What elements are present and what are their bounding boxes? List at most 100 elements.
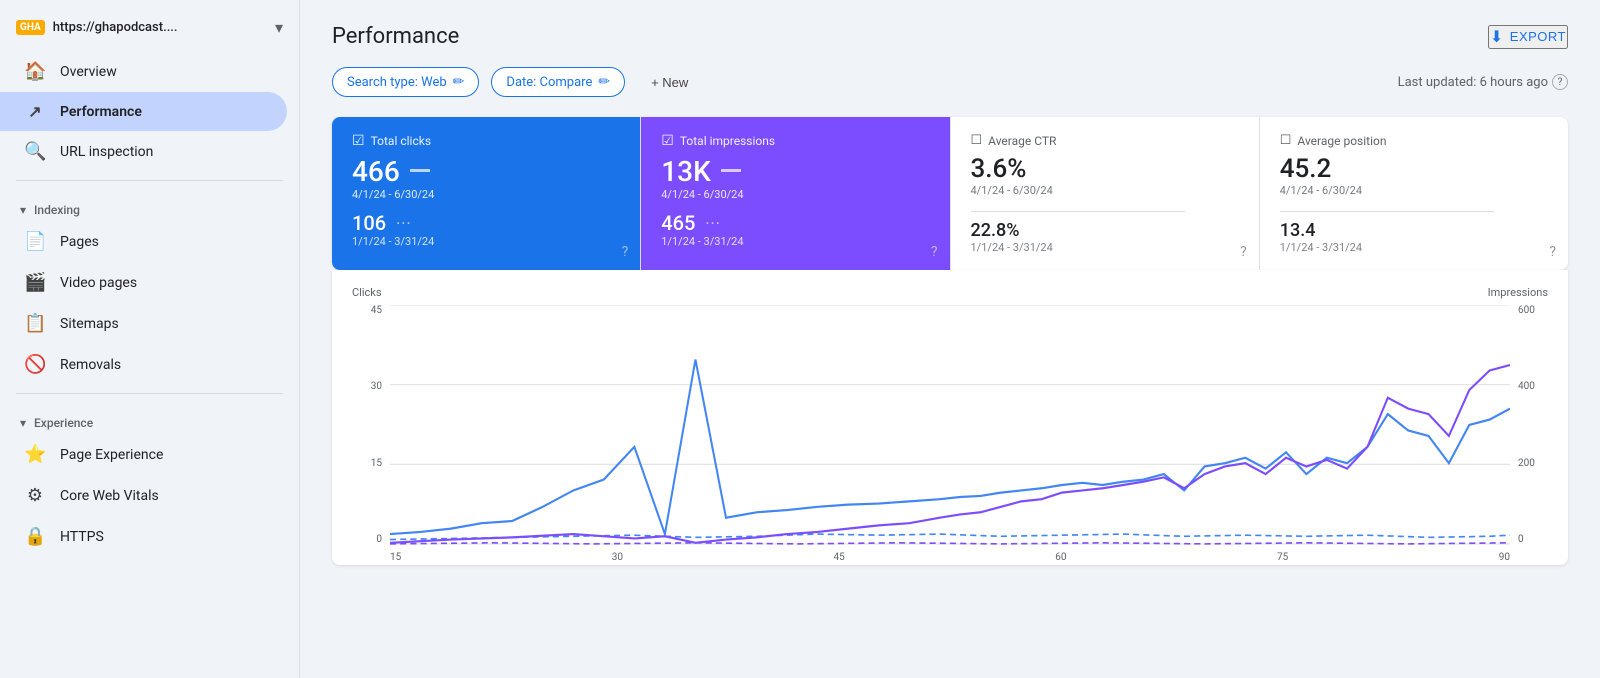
site-selector[interactable]: GHA https://ghapodcast.... ▾ — [0, 10, 299, 51]
metric-value-secondary: 465 — [661, 211, 695, 235]
filter-label: Search type: Web — [347, 75, 447, 90]
divider — [16, 393, 283, 394]
date-filter[interactable]: Date: Compare ✏ — [491, 67, 625, 97]
sidebar-item-label: URL inspection — [60, 144, 153, 160]
x-label: 60 — [1055, 552, 1066, 563]
checkbox-unchecked-icon: ☐ — [971, 133, 983, 148]
metric-date-secondary: 1/1/24 - 3/31/24 — [352, 235, 620, 248]
help-icon: ? — [1240, 244, 1247, 260]
metric-date-primary: 4/1/24 - 6/30/24 — [971, 184, 1239, 197]
pages-icon: 📄 — [24, 231, 46, 252]
lock-icon: 🔒 — [24, 526, 46, 547]
metric-card-average-ctr[interactable]: ☐ Average CTR 3.6% 4/1/24 - 6/30/24 22.8… — [951, 117, 1260, 270]
metric-value-secondary: 13.4 — [1280, 220, 1548, 241]
metric-card-total-impressions[interactable]: ☑ Total impressions 13K 4/1/24 - 6/30/24… — [641, 117, 950, 270]
metric-value-primary: 3.6% — [971, 154, 1239, 184]
x-label: 45 — [834, 552, 845, 563]
indexing-section-header[interactable]: ▾ Indexing — [0, 189, 299, 221]
edit-icon: ✏ — [453, 74, 465, 90]
sidebar: GHA https://ghapodcast.... ▾ 🏠 Overview … — [0, 0, 300, 678]
metric-card-average-position[interactable]: ☐ Average position 45.2 4/1/24 - 6/30/24… — [1260, 117, 1568, 270]
y-axis-right: 600 400 200 0 — [1512, 305, 1548, 545]
sidebar-item-label: HTTPS — [60, 529, 104, 545]
help-icon: ? — [1549, 244, 1556, 260]
collapse-icon: ▾ — [20, 203, 26, 217]
sidebar-item-core-web-vitals[interactable]: ⚙ Core Web Vitals — [0, 475, 287, 516]
search-type-filter[interactable]: Search type: Web ✏ — [332, 67, 479, 97]
metric-value-secondary: 106 — [352, 211, 386, 235]
metric-date-secondary: 1/1/24 - 3/31/24 — [1280, 241, 1548, 254]
metric-label: Average position — [1297, 134, 1386, 148]
metric-header: ☐ Average CTR — [971, 133, 1239, 148]
metric-label: Total clicks — [371, 134, 431, 148]
filter-bar: Search type: Web ✏ Date: Compare ✏ + New… — [332, 67, 1568, 97]
help-icon: ? — [931, 244, 938, 260]
metric-label: Total impressions — [680, 134, 775, 148]
divider — [16, 180, 283, 181]
trending-up-icon: ↗ — [24, 102, 46, 121]
checkbox-unchecked-icon: ☐ — [1280, 133, 1292, 148]
sidebar-item-video-pages[interactable]: 🎬 Video pages — [0, 262, 287, 303]
sitemaps-icon: 📋 — [24, 313, 46, 334]
sidebar-item-label: Performance — [60, 104, 142, 120]
collapse-icon: ▾ — [20, 416, 26, 430]
x-label: 90 — [1499, 552, 1510, 563]
sidebar-item-label: Overview — [60, 64, 117, 80]
help-icon: ? — [1552, 74, 1568, 90]
sidebar-item-label: Video pages — [60, 275, 137, 291]
minus-icon — [721, 169, 741, 172]
y-label: 45 — [371, 305, 382, 316]
sidebar-item-label: Core Web Vitals — [60, 488, 159, 504]
x-label: 15 — [390, 552, 401, 563]
page-title: Performance — [332, 24, 459, 49]
site-url: https://ghapodcast.... — [53, 20, 178, 35]
y-label: 400 — [1518, 381, 1535, 392]
sidebar-item-overview[interactable]: 🏠 Overview — [0, 51, 287, 92]
sidebar-item-https[interactable]: 🔒 HTTPS — [0, 516, 287, 557]
home-icon: 🏠 — [24, 61, 46, 82]
x-axis-labels: 15 30 45 60 75 90 — [390, 552, 1510, 563]
sidebar-item-url-inspection[interactable]: 🔍 URL inspection — [0, 131, 287, 172]
experience-section-header[interactable]: ▾ Experience — [0, 402, 299, 434]
ellipsis-icon: ··· — [705, 214, 721, 233]
metric-value-primary: 466 — [352, 155, 400, 188]
export-button[interactable]: ⬇ EXPORT — [1488, 25, 1568, 49]
metric-value-primary: 45.2 — [1280, 154, 1548, 184]
sidebar-item-sitemaps[interactable]: 📋 Sitemaps — [0, 303, 287, 344]
performance-chart — [390, 305, 1510, 545]
page-experience-icon: ⭐ — [24, 444, 46, 465]
export-label: EXPORT — [1510, 29, 1566, 44]
section-label: Indexing — [34, 203, 80, 217]
download-icon: ⬇ — [1490, 27, 1504, 47]
new-filter-label: + New — [651, 75, 688, 90]
sidebar-item-page-experience[interactable]: ⭐ Page Experience — [0, 434, 287, 475]
y-label: 15 — [371, 458, 382, 469]
core-web-vitals-icon: ⚙ — [24, 485, 46, 506]
y-label: 0 — [1518, 534, 1524, 545]
last-updated-text: Last updated: 6 hours ago — [1398, 75, 1548, 90]
last-updated: Last updated: 6 hours ago ? — [1398, 74, 1568, 90]
new-filter-button[interactable]: + New — [637, 69, 702, 96]
edit-icon: ✏ — [598, 74, 610, 90]
search-icon: 🔍 — [24, 141, 46, 162]
checkbox-checked-icon: ☑ — [661, 133, 674, 149]
metrics-row: ☑ Total clicks 466 4/1/24 - 6/30/24 106 … — [332, 117, 1568, 270]
sidebar-item-pages[interactable]: 📄 Pages — [0, 221, 287, 262]
y-label: 200 — [1518, 458, 1535, 469]
x-label: 75 — [1277, 552, 1288, 563]
metric-value-secondary: 22.8% — [971, 220, 1239, 241]
sidebar-item-label: Sitemaps — [60, 316, 119, 332]
sidebar-item-label: Page Experience — [60, 447, 163, 463]
chart-container: Clicks Impressions 45 30 15 0 600 400 20… — [332, 270, 1568, 565]
x-label: 30 — [612, 552, 623, 563]
sidebar-item-removals[interactable]: 🚫 Removals — [0, 344, 287, 385]
metric-header: ☐ Average position — [1280, 133, 1548, 148]
section-label: Experience — [34, 416, 93, 430]
chart-area: 45 30 15 0 600 400 200 0 — [352, 305, 1548, 545]
metric-card-total-clicks[interactable]: ☑ Total clicks 466 4/1/24 - 6/30/24 106 … — [332, 117, 641, 270]
filter-label: Date: Compare — [506, 75, 592, 90]
metric-header: ☑ Total clicks — [352, 133, 620, 149]
video-icon: 🎬 — [24, 272, 46, 293]
sidebar-item-performance[interactable]: ↗ Performance — [0, 92, 287, 131]
page-header: Performance ⬇ EXPORT — [332, 24, 1568, 49]
